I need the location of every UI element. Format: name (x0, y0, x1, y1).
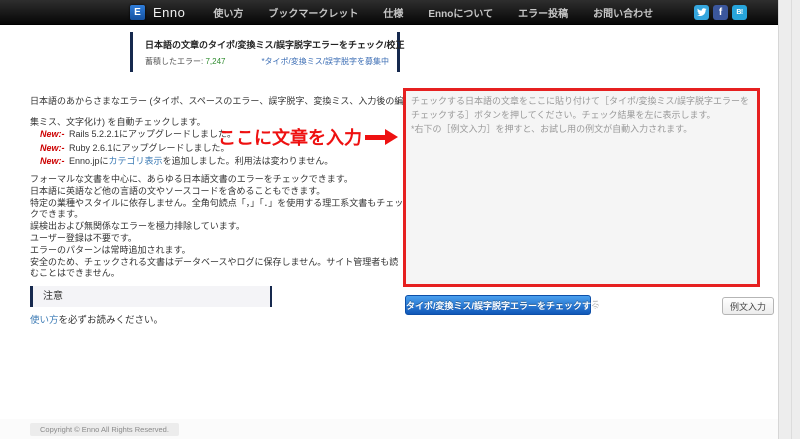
main-nav: 使い方 ブックマークレット 仕様 Ennoについて エラー投稿 お問い合わせ (213, 5, 678, 20)
check-errors-button[interactable]: タイポ/変換ミス/誤字脱字エラーをチェックする (405, 295, 600, 315)
feature-line: 誤検出および無関係なエラーを極力排除しています。 (30, 221, 245, 232)
document-textarea[interactable] (406, 91, 757, 284)
feature-line: 日本語に英語など他の言語の文やソースコードを含めることもできます。 (30, 185, 326, 196)
scrollbar-track[interactable] (778, 0, 800, 439)
page-title-box: 日本語の文章のタイポ/変換ミス/誤字脱字エラーをチェック/校正 蓄積したエラー:… (130, 32, 405, 72)
news-item: New:- Enno.jpにカテゴリ表示を追加しました。利用法は変わりません。 (40, 155, 333, 169)
brand-home-link[interactable]: E Enno (130, 4, 186, 20)
feature-line: エラーのパターンは常時追加されます。 (30, 244, 191, 255)
caution-heading: 注意 (43, 291, 63, 302)
usage-link[interactable]: 使い方 (30, 315, 59, 326)
feature-line: 安全のため、チェックされる文書はデータベースやログに保存しません。サイト管理者も… (30, 256, 399, 279)
page-title: 日本語の文章のタイポ/変換ミス/誤字脱字エラーをチェック/校正 (145, 40, 405, 50)
page: E Enno 使い方 ブックマークレット 仕様 Ennoについて エラー投稿 お… (0, 0, 800, 439)
social-links: f B! (690, 4, 748, 20)
feature-list: フォーマルな文書を中心に、あらゆる日本語文書のエラーをチェックできます。 日本語… (30, 174, 405, 280)
nav-item-about[interactable]: Ennoについて (428, 5, 493, 20)
caution-note-text: を必ずお読みください。 (58, 315, 164, 326)
twitter-icon[interactable] (694, 4, 710, 20)
nav-item-bookmarklet[interactable]: ブックマークレット (268, 5, 358, 20)
accumulated-errors: 蓄積したエラー: 7,247 (145, 56, 226, 67)
copyright-text: Copyright © Enno All Rights Reserved. (30, 423, 179, 436)
accumulated-errors-count: 7,247 (205, 57, 226, 66)
new-tag: New:- (40, 156, 65, 166)
news-text: Rails 5.2.2.1にアップグレードしました。 (69, 129, 237, 139)
hatena-icon[interactable]: B! (732, 4, 748, 20)
top-navigation-bar: E Enno 使い方 ブックマークレット 仕様 Ennoについて エラー投稿 お… (0, 0, 778, 25)
new-tag: New:- (40, 129, 65, 139)
accumulated-errors-label: 蓄積したエラー: (145, 57, 204, 66)
news-text: Enno.jpに (69, 156, 109, 166)
footer: Copyright © Enno All Rights Reserved. (0, 419, 778, 439)
feature-line: ユーザー登録は不要です。 (30, 232, 137, 243)
feature-line: フォーマルな文書を中心に、あらゆる日本語文書のエラーをチェックできます。 (30, 174, 353, 184)
nav-item-contact[interactable]: お問い合わせ (593, 5, 653, 20)
enno-logo-icon: E (130, 4, 145, 20)
nav-item-spec[interactable]: 仕様 (383, 5, 403, 20)
category-display-link[interactable]: カテゴリ表示 (109, 156, 163, 166)
caution-note: 使い方を必ずお読みください。 (30, 312, 163, 326)
title-subrow: 蓄積したエラー: 7,247 *タイポ/変換ミス/誤字脱字を募集中 (145, 56, 389, 67)
input-here-annotation: ここに文章を入力 (218, 124, 398, 150)
nav-item-usage[interactable]: 使い方 (213, 5, 243, 20)
news-text: Ruby 2.6.1にアップグレードしました。 (69, 142, 230, 153)
example-input-button[interactable]: 例文入力 (722, 297, 774, 315)
facebook-icon[interactable]: f (713, 4, 729, 20)
news-text: を追加しました。利用法は変わりません。 (162, 156, 334, 166)
brand-name: Enno (153, 4, 186, 20)
new-tag: New:- (40, 142, 65, 153)
annotation-text: ここに文章を入力 (218, 128, 362, 148)
feature-line: 特定の業種やスタイルに依存しません。全角句読点「，」「．」を使用する理工系文書も… (30, 197, 404, 220)
nav-item-error-post[interactable]: エラー投稿 (518, 5, 568, 20)
text-input-box (403, 88, 760, 287)
arrow-right-icon (365, 129, 398, 145)
recruit-errors-link[interactable]: *タイポ/変換ミス/誤字脱字を募集中 (261, 56, 389, 67)
caution-heading-box: 注意 (30, 286, 272, 307)
